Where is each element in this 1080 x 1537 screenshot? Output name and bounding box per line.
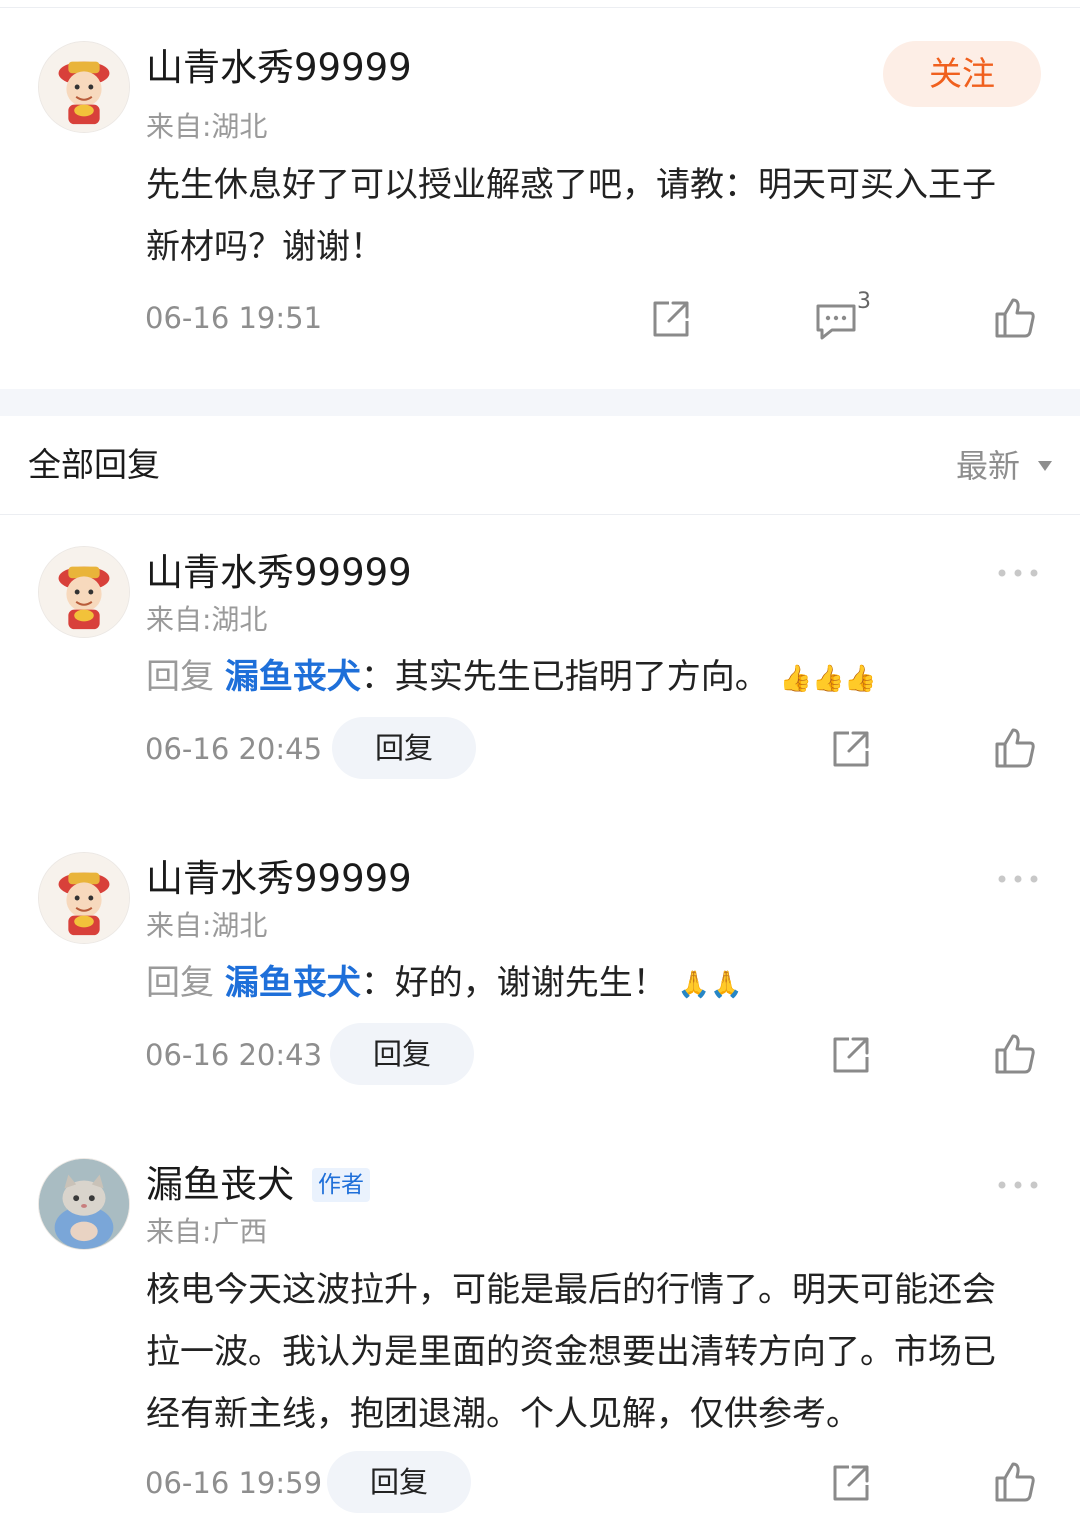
reply-time: 06-16 20:45: [145, 732, 323, 766]
username[interactable]: 山青水秀99999: [146, 45, 412, 91]
replies-section-title: 全部回复: [28, 445, 160, 484]
share-icon[interactable]: [829, 727, 873, 771]
post-content: 先生休息好了可以授业解惑了吧，请教：明天可买入王子新材吗？谢谢！: [146, 165, 996, 267]
more-dots-icon[interactable]: [996, 563, 1040, 583]
reply-to-user[interactable]: 漏鱼丧犬: [225, 963, 361, 1003]
location: 来自:广西: [146, 1215, 268, 1248]
reply-prefix: 回复: [146, 963, 214, 1003]
username[interactable]: 山青水秀99999: [146, 856, 412, 902]
more-dots-icon[interactable]: [996, 1175, 1040, 1195]
avatar[interactable]: [38, 546, 130, 638]
top-divider: [0, 0, 1080, 8]
divider: [0, 514, 1080, 515]
location: 来自:湖北: [146, 909, 268, 942]
reply-prefix: 回复: [146, 657, 214, 697]
reply-button[interactable]: 回复: [327, 1451, 471, 1513]
sort-dropdown[interactable]: 最新: [956, 446, 1020, 486]
more-dots-icon[interactable]: [996, 869, 1040, 889]
location: 来自:湖北: [146, 603, 268, 636]
follow-button[interactable]: 关注: [883, 41, 1041, 107]
pray-emoji: 🙏🙏: [677, 969, 743, 1000]
avatar[interactable]: [38, 41, 130, 133]
reply-text: ：其实先生已指明了方向。: [360, 657, 769, 697]
thumbs-up-icon[interactable]: [993, 726, 1037, 770]
reply-time: 06-16 19:59: [145, 1466, 323, 1500]
reply-to-user[interactable]: 漏鱼丧犬: [225, 657, 361, 697]
caret-down-icon[interactable]: [1036, 458, 1054, 472]
thumbs-emoji: 👍👍👍: [779, 663, 877, 694]
username[interactable]: 山青水秀99999: [146, 550, 412, 596]
comment-count: 3: [857, 289, 871, 314]
avatar[interactable]: [38, 1158, 130, 1250]
share-icon[interactable]: [649, 297, 693, 341]
avatar[interactable]: [38, 852, 130, 944]
reply-content: 核电今天这波拉升，可能是最后的行情了。明天可能还会拉一波。我认为是里面的资金想要…: [146, 1270, 996, 1434]
thumbs-up-icon[interactable]: [993, 1032, 1037, 1076]
share-icon[interactable]: [829, 1033, 873, 1077]
reply-text: ：好的，谢谢先生！: [360, 963, 667, 1003]
reply-content: 回复 漏鱼丧犬：好的，谢谢先生！ 🙏🙏: [146, 961, 742, 1007]
post-time: 06-16 19:51: [145, 301, 323, 335]
reply-button[interactable]: 回复: [332, 717, 476, 779]
reply-content: 回复 漏鱼丧犬：其实先生已指明了方向。 👍👍👍: [146, 655, 877, 701]
reply-time: 06-16 20:43: [145, 1038, 323, 1072]
comment-icon[interactable]: [814, 298, 858, 342]
section-separator: [0, 389, 1080, 416]
share-icon[interactable]: [829, 1461, 873, 1505]
thumbs-up-icon[interactable]: [993, 1460, 1037, 1504]
thumbs-up-icon[interactable]: [993, 296, 1037, 340]
location: 来自:湖北: [146, 110, 268, 143]
username[interactable]: 漏鱼丧犬: [146, 1162, 294, 1208]
reply-button[interactable]: 回复: [330, 1023, 474, 1085]
author-badge: 作者: [312, 1168, 370, 1202]
